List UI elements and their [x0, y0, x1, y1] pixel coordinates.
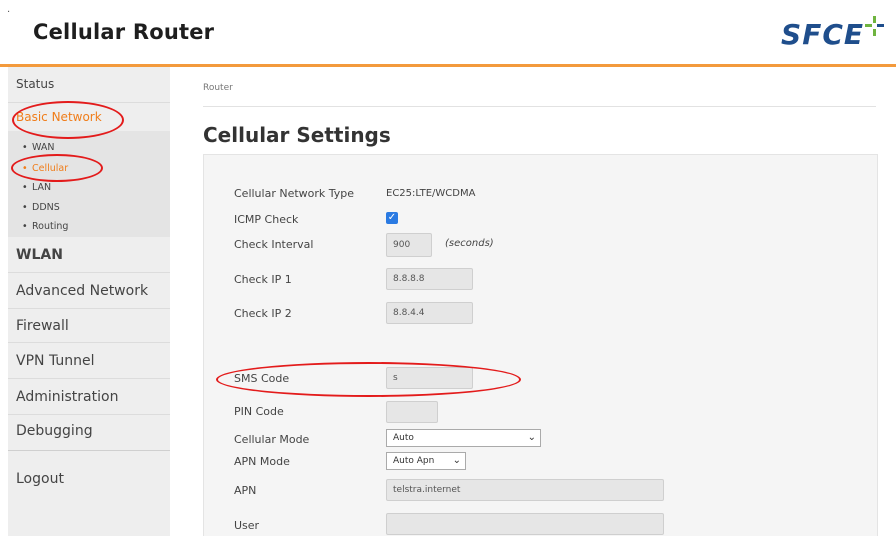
network-type-value: EC25:LTE/WCDMA: [386, 188, 476, 199]
sidebar-subitem-lan[interactable]: • LAN: [22, 182, 51, 193]
check-ip2-label: Check IP 2: [234, 307, 292, 320]
sidebar-subitem-wan[interactable]: • WAN: [22, 142, 54, 153]
sidebar-item-advanced-network[interactable]: Advanced Network: [8, 273, 170, 309]
sidebar-item-administration[interactable]: Administration: [8, 379, 170, 415]
check-interval-label: Check Interval: [234, 238, 314, 251]
bullet-icon: •: [22, 221, 28, 232]
sidebar-item-label: Advanced Network: [16, 283, 149, 299]
sidebar-item-label: Firewall: [16, 318, 69, 334]
sidebar-subitem-ddns[interactable]: • DDNS: [22, 202, 60, 213]
apn-mode-value: Auto Apn: [393, 456, 435, 466]
sidebar-subitem-routing[interactable]: • Routing: [22, 221, 68, 232]
cellular-mode-value: Auto: [393, 433, 414, 443]
interval-unit-label: (seconds): [445, 238, 494, 249]
annotation-circle-cellular: [11, 154, 103, 182]
annotation-circle-sms-code: [216, 362, 521, 397]
subitem-label: Routing: [32, 221, 69, 232]
bullet-icon: •: [22, 142, 28, 153]
bullet-icon: •: [22, 202, 28, 213]
cellular-mode-select[interactable]: Auto ⌄: [386, 429, 541, 447]
sidebar-item-label: Logout: [16, 471, 64, 487]
brand-logo: SFCE: [766, 16, 886, 56]
cellular-mode-label: Cellular Mode: [234, 433, 310, 446]
icmp-check-label: ICMP Check: [234, 213, 299, 226]
sidebar-item-vpn-tunnel[interactable]: VPN Tunnel: [8, 343, 170, 379]
page-title: Cellular Settings: [203, 123, 391, 147]
bullet-icon: •: [22, 182, 28, 193]
network-type-label: Cellular Network Type: [234, 187, 355, 200]
pin-code-input[interactable]: [386, 401, 438, 423]
check-ip1-input[interactable]: [386, 268, 473, 290]
subitem-label: WAN: [32, 142, 55, 153]
sidebar-item-wlan[interactable]: WLAN: [8, 237, 170, 273]
app-title: Cellular Router: [33, 20, 215, 44]
sidebar-item-label: Administration: [16, 389, 119, 405]
sidebar-item-label: VPN Tunnel: [16, 353, 95, 369]
pin-code-label: PIN Code: [234, 405, 284, 418]
apn-input[interactable]: [386, 479, 664, 501]
subitem-label: LAN: [32, 182, 52, 193]
apn-mode-label: APN Mode: [234, 455, 290, 468]
user-input[interactable]: [386, 513, 664, 535]
subitem-label: DDNS: [32, 202, 60, 213]
logo-text: SFCE: [781, 18, 864, 51]
sidebar-item-label: Status: [16, 77, 55, 91]
sidebar-submenu: • WAN • Cellular • LAN • DDNS • Routing: [8, 131, 170, 237]
breadcrumb[interactable]: Router: [203, 83, 233, 93]
sidebar-item-label: Debugging: [16, 423, 93, 439]
sidebar-item-logout[interactable]: Logout: [8, 461, 170, 497]
icmp-check-checkbox[interactable]: ✓: [386, 212, 398, 224]
apn-label: APN: [234, 484, 257, 497]
logo-cross-icon: [865, 16, 884, 36]
check-interval-input[interactable]: [386, 233, 432, 257]
sidebar-item-firewall[interactable]: Firewall: [8, 309, 170, 343]
header: . Cellular Router SFCE: [0, 0, 896, 64]
chevron-down-icon: ⌄: [527, 432, 536, 443]
breadcrumb-divider: [203, 106, 876, 107]
apn-mode-select[interactable]: Auto Apn ⌄: [386, 452, 466, 470]
sidebar-item-label: WLAN: [16, 247, 63, 263]
check-ip1-label: Check IP 1: [234, 273, 292, 286]
check-ip2-input[interactable]: [386, 302, 473, 324]
chevron-down-icon: ⌄: [452, 455, 461, 466]
sidebar-item-debugging[interactable]: Debugging: [8, 415, 170, 451]
annotation-circle-basic-network: [12, 101, 124, 139]
sidebar-item-status[interactable]: Status: [8, 67, 170, 103]
user-label: User: [234, 519, 260, 532]
corner-dot: .: [7, 4, 11, 15]
